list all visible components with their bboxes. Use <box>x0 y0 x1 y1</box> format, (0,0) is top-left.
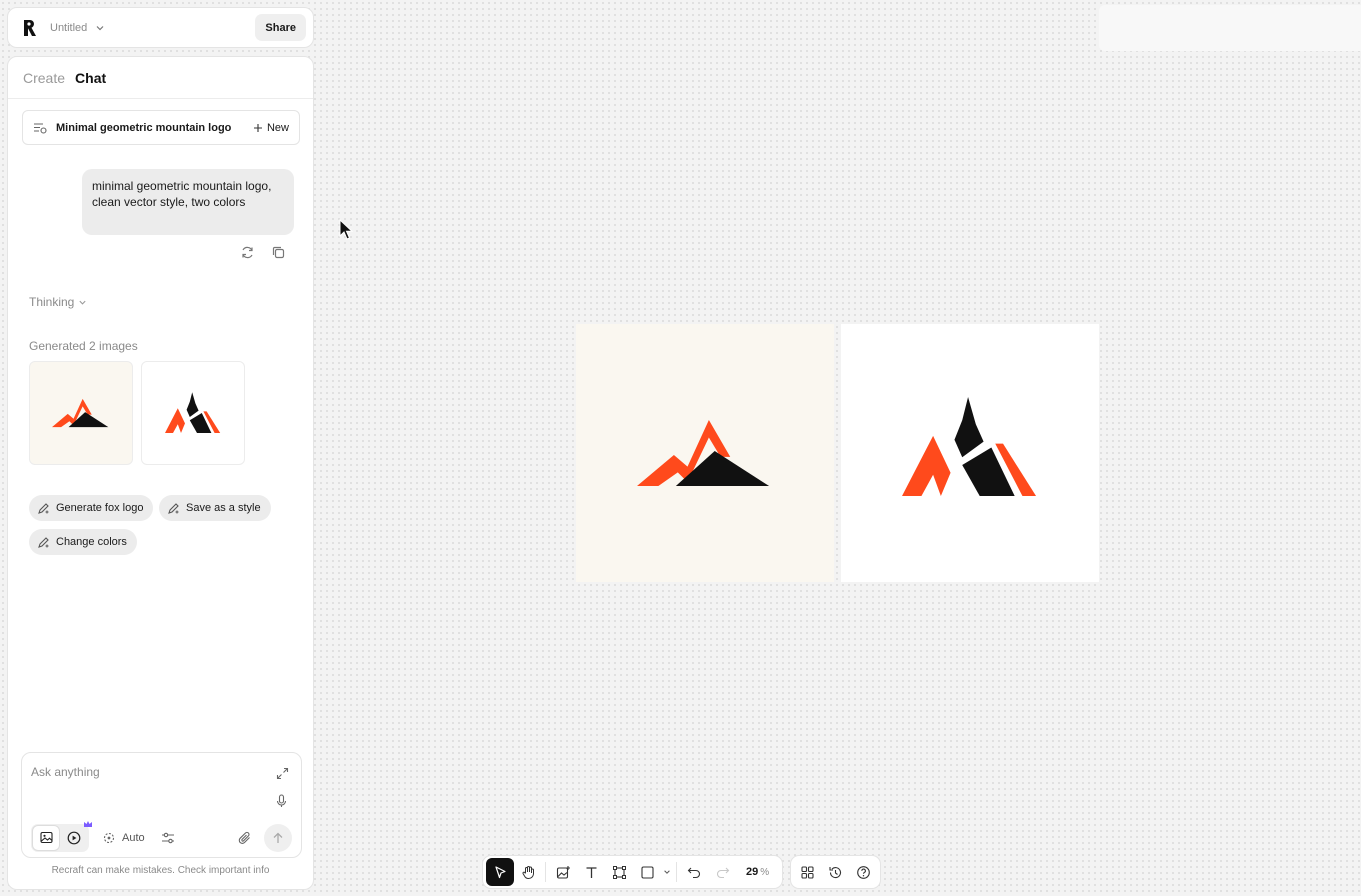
layers-grid-button[interactable] <box>794 858 822 886</box>
toolbar-divider <box>545 862 546 882</box>
composer-input[interactable]: Ask anything <box>31 765 100 779</box>
auto-model-button[interactable]: Auto <box>102 831 145 845</box>
header-card: Untitled Share <box>7 7 314 48</box>
chevron-down-icon <box>79 300 86 305</box>
canvas-image-2[interactable] <box>841 324 1099 582</box>
arrow-up-icon <box>273 832 283 843</box>
mouse-cursor-icon <box>339 219 354 240</box>
top-right-bar <box>1099 5 1361 51</box>
hand-tool-button[interactable] <box>514 858 542 886</box>
image-mode-button[interactable] <box>33 825 59 850</box>
suggestion-change-colors[interactable]: Change colors <box>29 529 137 555</box>
video-mode-button[interactable] <box>61 820 92 850</box>
history-icon <box>829 866 841 878</box>
zoom-level[interactable]: 29 % <box>746 866 769 878</box>
chat-history-icon[interactable] <box>33 121 47 135</box>
shape-tool-button[interactable] <box>633 858 661 886</box>
canvas-toolbar: 29 % <box>482 855 783 889</box>
text-icon <box>586 866 596 878</box>
target-icon <box>103 832 115 843</box>
pencil-sparkle-icon <box>38 502 49 514</box>
square-icon <box>640 865 654 879</box>
chat-composer: Ask anything Auto <box>21 752 302 858</box>
zoom-value: 29 <box>746 866 759 878</box>
generated-image-thumbnail-1[interactable] <box>29 361 133 465</box>
play-circle-icon <box>67 831 81 844</box>
chevron-down-icon <box>664 870 670 874</box>
composer-toolbar: Auto <box>31 820 292 852</box>
panel-tabs: Create Chat <box>8 57 313 99</box>
pencil-sparkle-icon <box>168 502 179 514</box>
undo-icon <box>687 867 700 878</box>
image-generate-tool-button[interactable] <box>549 858 577 886</box>
frame-tool-button[interactable] <box>605 858 633 886</box>
pointer-icon <box>494 865 506 878</box>
generated-image-thumbnail-2[interactable] <box>141 361 245 465</box>
toolbar-divider <box>676 862 677 882</box>
pencil-sparkle-icon <box>38 536 49 548</box>
crown-icon <box>84 820 92 827</box>
select-tool-button[interactable] <box>486 858 514 886</box>
mountain-logo-2 <box>165 392 221 433</box>
share-button[interactable]: Share <box>255 14 306 41</box>
redo-button[interactable] <box>708 858 736 886</box>
suggestion-label: Save as a style <box>186 502 261 514</box>
copy-icon[interactable] <box>271 245 286 260</box>
help-button[interactable] <box>849 858 877 886</box>
zoom-unit: % <box>760 867 770 878</box>
suggestion-save-as-style[interactable]: Save as a style <box>159 495 271 521</box>
recraft-logo-icon[interactable] <box>20 19 38 37</box>
disclaimer-text: Recraft can make mistakes. Check importa… <box>51 865 270 876</box>
sliders-icon[interactable] <box>161 831 175 845</box>
canvas-image-1[interactable] <box>576 324 834 582</box>
suggestion-generate-fox-logo[interactable]: Generate fox logo <box>29 495 154 521</box>
left-panel: Create Chat Minimal geometric mountain l… <box>7 56 314 890</box>
chat-title: Minimal geometric mountain logo <box>56 121 232 134</box>
microphone-icon[interactable] <box>275 794 288 808</box>
tab-create[interactable]: Create <box>23 70 65 98</box>
mountain-logo-2 <box>902 396 1037 496</box>
message-actions <box>240 245 286 260</box>
chat-title-bar[interactable]: Minimal geometric mountain logo New <box>22 110 300 145</box>
thinking-label: Thinking <box>29 295 75 309</box>
shape-dropdown-button[interactable] <box>661 858 673 886</box>
image-icon <box>39 831 53 844</box>
chevron-down-icon[interactable] <box>95 23 105 33</box>
generated-images-label: Generated 2 images <box>29 339 138 353</box>
suggestion-label: Generate fox logo <box>56 502 144 514</box>
grid-icon <box>801 865 814 879</box>
plus-icon <box>253 123 262 132</box>
new-chat-label: New <box>266 121 289 134</box>
expand-icon[interactable] <box>276 767 289 780</box>
tab-chat[interactable]: Chat <box>75 70 106 98</box>
new-chat-button[interactable]: New <box>253 122 289 134</box>
suggestion-label: Change colors <box>56 536 127 548</box>
auto-label: Auto <box>122 831 145 844</box>
mountain-logo-1 <box>637 419 770 487</box>
paperclip-icon[interactable] <box>238 831 252 845</box>
document-title[interactable]: Untitled <box>50 22 87 34</box>
frame-icon <box>612 865 626 879</box>
send-button[interactable] <box>264 823 292 852</box>
mode-toggle-group <box>31 820 92 852</box>
undo-button[interactable] <box>680 858 708 886</box>
redo-icon <box>716 867 729 878</box>
history-button[interactable] <box>822 858 850 886</box>
image-sparkle-icon <box>556 865 570 879</box>
text-tool-button[interactable] <box>577 858 605 886</box>
regenerate-icon[interactable] <box>240 245 255 260</box>
hand-icon <box>521 865 534 879</box>
mountain-logo-1 <box>52 398 109 428</box>
help-icon <box>856 865 870 879</box>
user-message: minimal geometric mountain logo, clean v… <box>82 169 294 235</box>
secondary-toolbar <box>790 855 881 889</box>
thinking-toggle[interactable]: Thinking <box>29 295 87 309</box>
